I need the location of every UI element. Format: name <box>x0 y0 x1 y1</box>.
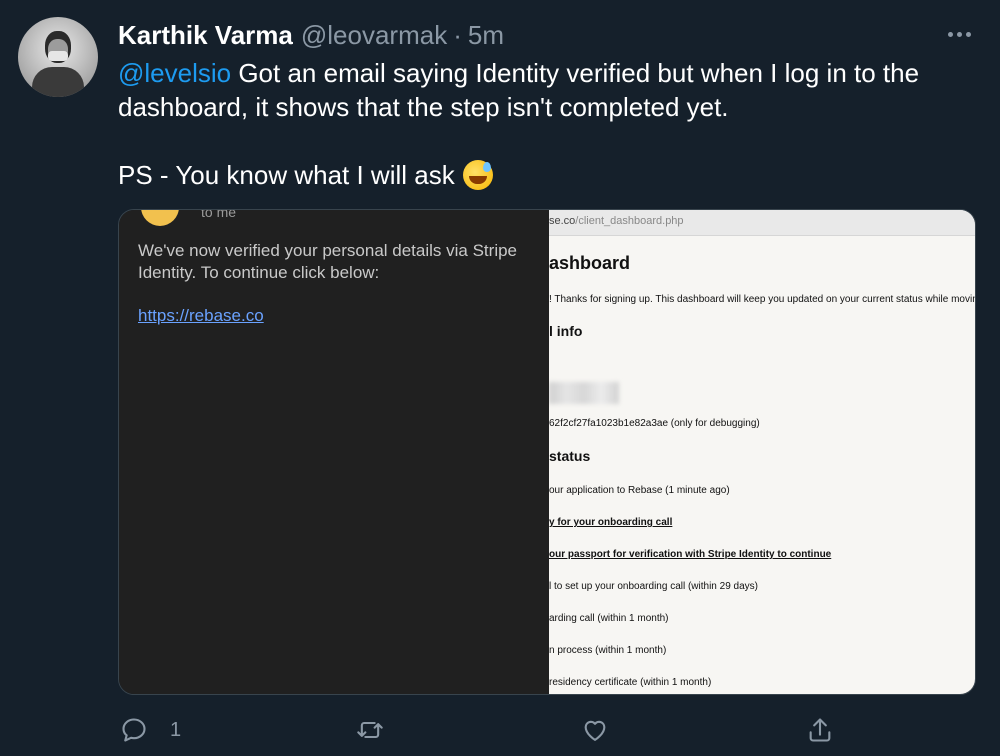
email-link: https://rebase.co <box>138 306 264 325</box>
blurred-personal-info <box>549 382 619 404</box>
status-item: residency certificate (within 1 month) <box>549 677 712 688</box>
tweet-paragraph-1: @levelsio Got an email saying Identity v… <box>118 56 968 124</box>
author-name[interactable]: Karthik Varma <box>118 20 293 51</box>
tweet-paragraph-2: PS - You know what I will ask <box>118 158 968 192</box>
section-info-heading: l info <box>549 323 583 339</box>
tweet-actions-bar: 1 <box>0 710 1000 750</box>
email-recipient: to me <box>201 209 237 220</box>
status-item: our application to Rebase (1 minute ago) <box>549 485 730 496</box>
author-avatar[interactable] <box>18 17 98 97</box>
tweet-text: @levelsio Got an email saying Identity v… <box>118 56 968 192</box>
status-item: arding call (within 1 month) <box>549 613 669 624</box>
status-item: l to set up your onboarding call (within… <box>549 581 759 592</box>
sender-avatar <box>141 210 179 226</box>
email-body: We've now verified your personal details… <box>138 241 518 282</box>
dashboard-welcome: ! Thanks for signing up. This dashboard … <box>549 294 975 305</box>
share-button[interactable] <box>806 710 834 750</box>
mention-link[interactable]: @levelsio <box>118 58 231 88</box>
status-item: n process (within 1 month) <box>549 645 667 656</box>
status-item: our passport for verification with Strip… <box>549 549 832 560</box>
browser-url-bar: se.co/client_dashboard.php <box>549 210 975 236</box>
section-status-heading: status <box>549 448 591 464</box>
separator-dot: · <box>453 19 462 50</box>
tweet-ps-text: PS - You know what I will ask <box>118 160 455 190</box>
browser-url: se.co/client_dashboard.php <box>549 215 684 227</box>
more-options-icon[interactable] <box>944 22 974 46</box>
tweet-body-text: Got an email saying Identity verified bu… <box>118 58 920 122</box>
like-button[interactable] <box>581 710 609 750</box>
retweet-icon <box>357 721 383 739</box>
tweet-timestamp[interactable]: 5m <box>468 20 504 51</box>
reply-count: 1 <box>170 718 182 741</box>
reply-icon <box>122 718 146 742</box>
email-screenshot: to me We've now verified your personal d… <box>119 210 549 694</box>
author-handle[interactable]: @leovarmak <box>301 20 447 51</box>
reply-button[interactable]: 1 <box>120 710 181 750</box>
retweet-button[interactable] <box>356 710 384 750</box>
sweat-smile-emoji-icon <box>462 160 493 190</box>
like-icon <box>584 720 606 741</box>
tweet-header: Karthik Varma @leovarmak · 5m <box>118 20 504 50</box>
tweet-media-image[interactable]: to me We've now verified your personal d… <box>118 209 976 695</box>
dashboard-screenshot: se.co/client_dashboard.php ashboard ! Th… <box>549 210 975 694</box>
status-item: y for your onboarding call <box>549 517 673 528</box>
dashboard-title: ashboard <box>549 253 631 273</box>
debug-id: 62f2cf27fa1023b1e82a3ae (only for debugg… <box>549 418 760 429</box>
share-icon <box>809 718 831 742</box>
